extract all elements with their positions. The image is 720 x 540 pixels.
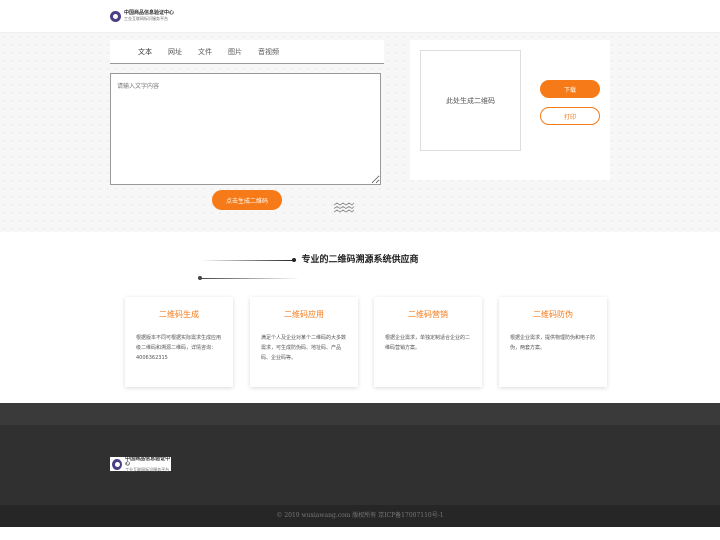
feature-cards: 二维码生成 根据版本不同可根据实际需求生成应用级二维码和溯源二维码，详情咨询：4… <box>125 297 607 387</box>
site-header: 中国商品信息验证中心 工业互联网标识服务平台 <box>0 0 720 33</box>
copyright-text: © 2019 wuxiawang.com 版权所有 京ICP备17007110号… <box>0 505 720 527</box>
footer-top-strip <box>0 403 720 425</box>
card-title: 二维码营销 <box>408 310 448 319</box>
card-title: 二维码生成 <box>159 310 199 319</box>
feature-card-marketing[interactable]: 二维码营销 根据企业需求，单独定制适合企业的二维码营销方案。 <box>374 297 482 387</box>
qr-result-panel: 此处生成二维码 下载 打印 <box>410 40 610 180</box>
tab-text[interactable]: 文本 <box>138 47 152 57</box>
section-title: 专业的二维码溯源系统供应商 <box>301 255 419 265</box>
logo-emblem-icon <box>112 458 123 470</box>
tab-image[interactable]: 图片 <box>228 47 242 57</box>
tab-audio-video[interactable]: 音视频 <box>258 47 279 57</box>
site-logo[interactable]: 中国商品信息验证中心 工业互联网标识服务平台 <box>110 9 174 23</box>
card-description: 根据企业需求，单独定制适合企业的二维码营销方案。 <box>385 335 471 351</box>
feature-card-anticounterfeit[interactable]: 二维码防伪 根据企业需求，提供物理防伪和电子防伪，两套方案。 <box>499 297 607 387</box>
card-description: 满足个人及企业对某个二维码的大多数需求，可生成防伪码、地址码、产品码、企业码等。 <box>261 335 347 361</box>
footer-logo-title: 中国商品信息验证中心 <box>125 455 171 467</box>
logo-emblem-icon <box>110 10 121 22</box>
title-divider-bottom <box>200 278 300 279</box>
content-type-tabbar: 文本 网址 文件 图片 音视频 <box>110 40 384 64</box>
feature-card-generate[interactable]: 二维码生成 根据版本不同可根据实际需求生成应用级二维码和溯源二维码，详情咨询：4… <box>125 297 233 387</box>
card-title: 二维码防伪 <box>533 310 573 319</box>
footer-logo[interactable]: 中国商品信息验证中心 工业互联网标识服务平台 <box>110 455 171 472</box>
text-content-input[interactable] <box>110 73 381 185</box>
tab-file[interactable]: 文件 <box>198 47 212 57</box>
card-description: 根据企业需求，提供物理防伪和电子防伪，两套方案。 <box>510 335 596 351</box>
qr-placeholder-text: 此处生成二维码 <box>446 96 495 105</box>
download-button[interactable]: 下载 <box>540 80 600 98</box>
card-title: 二维码应用 <box>284 310 324 319</box>
card-description: 根据版本不同可根据实际需求生成应用级二维码和溯源二维码，详情咨询：4006362… <box>136 335 222 361</box>
scroll-down-wave-icon[interactable] <box>333 202 355 214</box>
logo-subtitle: 工业互联网标识服务平台 <box>124 16 168 21</box>
site-footer <box>0 425 720 505</box>
generate-qr-button[interactable]: 点击生成二维码 <box>212 190 282 210</box>
feature-card-application[interactable]: 二维码应用 满足个人及企业对某个二维码的大多数需求，可生成防伪码、地址码、产品码… <box>250 297 358 387</box>
title-divider-dot-bottom <box>198 276 202 280</box>
print-button[interactable]: 打印 <box>540 107 600 125</box>
qr-code-preview: 此处生成二维码 <box>420 50 521 151</box>
tab-url[interactable]: 网址 <box>168 47 182 57</box>
footer-logo-subtitle: 工业互联网标识服务平台 <box>125 466 170 472</box>
